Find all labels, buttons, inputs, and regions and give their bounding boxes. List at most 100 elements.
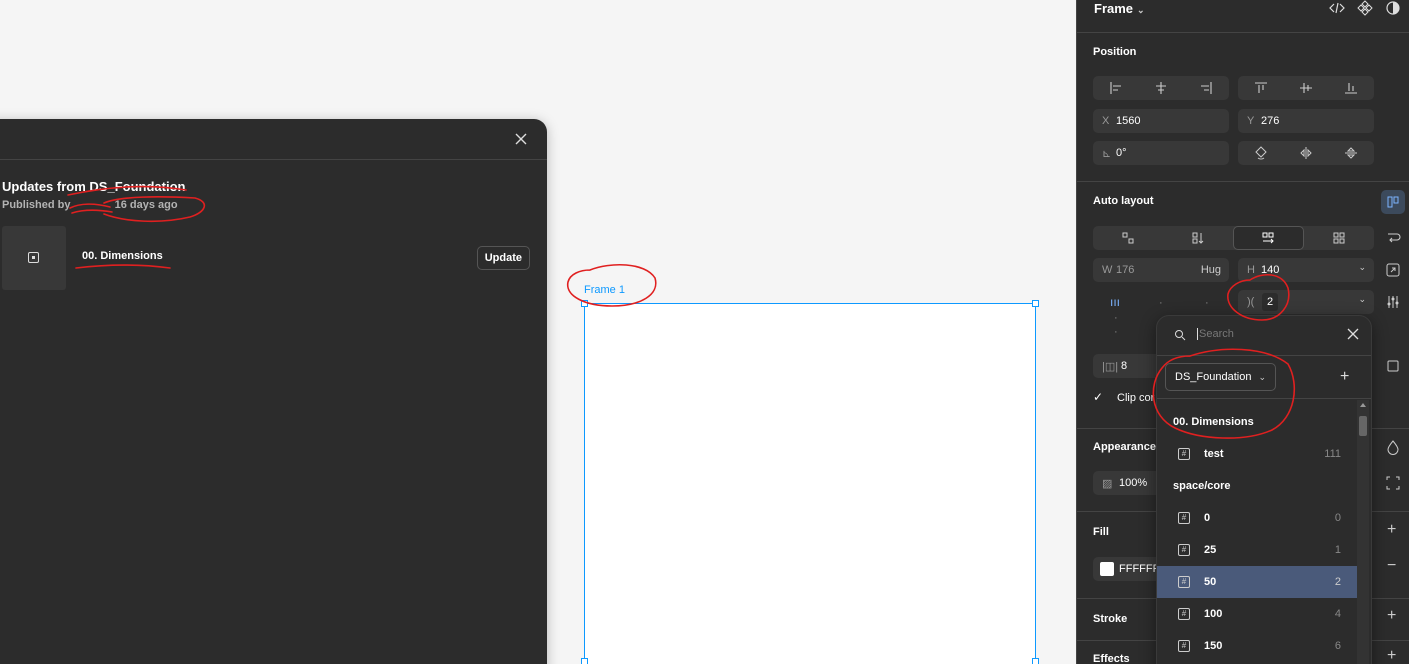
align-left-button[interactable] bbox=[1093, 76, 1138, 100]
section-divider bbox=[1077, 181, 1409, 182]
variable-item[interactable]: # test 111 bbox=[1157, 438, 1357, 470]
flip-vertical-button[interactable] bbox=[1329, 141, 1374, 165]
library-updates-modal: Updates from DS_Foundation Published by … bbox=[0, 119, 547, 664]
variable-item[interactable]: # 100 4 bbox=[1157, 598, 1357, 630]
canvas[interactable]: Updates from DS_Foundation Published by … bbox=[0, 0, 1076, 664]
chevron-down-icon[interactable]: ⌄ bbox=[1358, 294, 1366, 305]
variable-item[interactable]: # 25 1 bbox=[1157, 534, 1357, 566]
variable-name: 50 bbox=[1204, 576, 1217, 588]
align-center-h-button[interactable] bbox=[1138, 76, 1183, 100]
remove-fill-icon[interactable]: − bbox=[1387, 557, 1396, 575]
add-fill-icon[interactable]: + bbox=[1387, 521, 1396, 539]
number-variable-icon: # bbox=[1178, 544, 1190, 556]
gap-icon: )( bbox=[1247, 296, 1255, 308]
flip-horizontal-button[interactable] bbox=[1283, 141, 1328, 165]
fill-hex-value[interactable]: FFFFFF bbox=[1119, 563, 1159, 575]
number-variable-icon: # bbox=[1178, 576, 1190, 588]
group-title: space/core bbox=[1173, 480, 1231, 492]
individual-padding-icon[interactable] bbox=[1385, 358, 1401, 374]
y-position-field[interactable]: Y 276 bbox=[1238, 109, 1374, 133]
update-button[interactable]: Update bbox=[476, 246, 530, 270]
corner-radius-icon[interactable] bbox=[1385, 475, 1401, 491]
add-effect-icon[interactable]: + bbox=[1387, 647, 1396, 664]
wrap-icon[interactable] bbox=[1385, 230, 1401, 246]
dropdown-divider bbox=[1157, 398, 1371, 399]
align-middle-button[interactable] bbox=[1283, 76, 1328, 100]
variable-value: 0 bbox=[1334, 512, 1341, 524]
height-field[interactable]: H 140 ⌄ bbox=[1238, 258, 1374, 282]
stroke-section-title: Stroke bbox=[1093, 613, 1128, 625]
align-dot[interactable]: · bbox=[1114, 312, 1118, 324]
variable-name: 150 bbox=[1204, 640, 1223, 652]
droplet-icon[interactable] bbox=[1385, 439, 1401, 455]
resize-handle-bottom-left[interactable] bbox=[581, 658, 588, 664]
padding-field[interactable]: |◫| 8 bbox=[1093, 354, 1163, 378]
redacted-author bbox=[74, 200, 112, 208]
layout-free-button[interactable] bbox=[1093, 226, 1163, 250]
fill-color-swatch[interactable] bbox=[1100, 562, 1114, 576]
resize-handle-top-right[interactable] bbox=[1032, 300, 1039, 307]
search-bar: Search bbox=[1157, 316, 1371, 356]
align-dot[interactable]: · bbox=[1205, 297, 1209, 309]
scrollbar[interactable] bbox=[1357, 400, 1369, 664]
align-right-button[interactable] bbox=[1184, 76, 1229, 100]
layout-horizontal-button[interactable] bbox=[1232, 226, 1305, 250]
width-field[interactable]: W 176 Hug bbox=[1093, 258, 1229, 282]
horizontal-align-group bbox=[1093, 76, 1229, 100]
add-stroke-icon[interactable]: + bbox=[1387, 607, 1396, 625]
x-position-field[interactable]: X 1560 bbox=[1093, 109, 1229, 133]
number-variable-icon: # bbox=[1178, 608, 1190, 620]
variable-name: 100 bbox=[1204, 608, 1223, 620]
clip-content-checkbox[interactable]: ✓ bbox=[1093, 390, 1109, 406]
scrollbar-thumb[interactable] bbox=[1359, 416, 1367, 436]
padding-icon: |◫| bbox=[1102, 361, 1119, 373]
selection-type-menu[interactable]: Frame ⌄ bbox=[1094, 1, 1145, 16]
close-icon[interactable] bbox=[513, 131, 529, 147]
add-variable-icon[interactable]: + bbox=[1340, 368, 1349, 386]
variable-value: 6 bbox=[1334, 640, 1341, 652]
rotation-field[interactable]: ⊾ 0° bbox=[1093, 141, 1229, 165]
rotate-90-button[interactable] bbox=[1238, 141, 1283, 165]
variable-item[interactable]: # 150 6 bbox=[1157, 630, 1357, 662]
w-sizing-mode[interactable]: Hug bbox=[1201, 264, 1221, 276]
opacity-value: 100% bbox=[1119, 477, 1148, 489]
code-icon[interactable] bbox=[1329, 0, 1345, 16]
selected-frame[interactable] bbox=[581, 300, 1039, 664]
close-icon[interactable] bbox=[1347, 328, 1359, 340]
frame-label[interactable]: Frame 1 bbox=[584, 284, 625, 296]
auto-layout-toggle[interactable] bbox=[1381, 190, 1405, 214]
library-selector[interactable]: DS_Foundation ⌄ bbox=[1165, 363, 1277, 391]
h-value: 140 bbox=[1261, 264, 1280, 276]
variable-item-selected[interactable]: # 50 2 bbox=[1157, 566, 1357, 598]
variable-item[interactable]: # 0 0 bbox=[1157, 502, 1357, 534]
scroll-up-arrow[interactable] bbox=[1360, 403, 1366, 407]
fill-section-title: Fill bbox=[1093, 526, 1109, 538]
resize-to-fit-icon[interactable] bbox=[1385, 262, 1401, 278]
layout-vertical-button[interactable] bbox=[1163, 226, 1233, 250]
y-label: Y bbox=[1247, 115, 1255, 127]
align-dot[interactable]: · bbox=[1114, 326, 1118, 338]
gap-field[interactable]: )( 2 ⌄ bbox=[1238, 290, 1374, 314]
opacity-field[interactable]: ▨ 100% bbox=[1093, 471, 1163, 495]
chevron-down-icon[interactable]: ⌄ bbox=[1358, 262, 1366, 273]
align-top-button[interactable] bbox=[1238, 76, 1283, 100]
theme-icon[interactable] bbox=[1385, 0, 1401, 16]
layout-grid-button[interactable] bbox=[1304, 226, 1374, 250]
selection-type-label: Frame bbox=[1094, 1, 1134, 16]
align-bottom-button[interactable] bbox=[1329, 76, 1374, 100]
fill-row[interactable]: FFFFFF bbox=[1093, 557, 1163, 581]
clip-content-label: Clip cor bbox=[1117, 392, 1155, 404]
variable-name: 25 bbox=[1204, 544, 1217, 556]
y-value: 276 bbox=[1261, 115, 1280, 127]
resize-handle-top-left[interactable] bbox=[581, 300, 588, 307]
component-icon[interactable] bbox=[1357, 0, 1373, 16]
component-icon bbox=[28, 252, 39, 263]
layout-settings-icon[interactable] bbox=[1385, 294, 1401, 310]
variable-value: 1 bbox=[1334, 544, 1341, 556]
variable-list: 00. Dimensions # test 111 space/core # 0… bbox=[1157, 406, 1357, 662]
align-dot[interactable]: · bbox=[1159, 297, 1163, 309]
search-input[interactable]: Search bbox=[1197, 328, 1234, 340]
variable-name: test bbox=[1204, 448, 1224, 460]
align-top-left-indicator[interactable]: ııı bbox=[1110, 295, 1120, 309]
resize-handle-bottom-right[interactable] bbox=[1032, 658, 1039, 664]
